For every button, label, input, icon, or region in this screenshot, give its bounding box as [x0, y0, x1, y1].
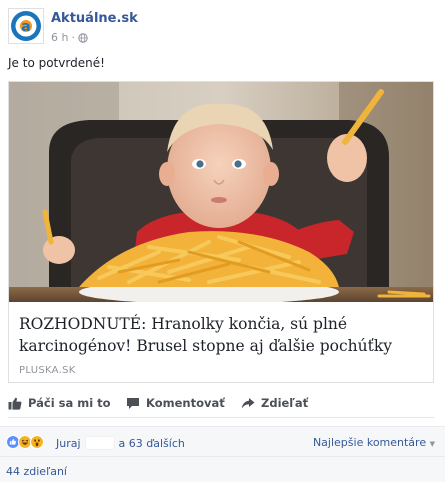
comment-button[interactable]: Komentovať — [126, 396, 225, 410]
separator-dot: · — [71, 31, 75, 44]
facebook-post: a Aktuálne.sk 6 h · Je to potvrdené! ROZ… — [0, 0, 445, 482]
post-actions: Páči sa mi to Komentovať Zdieľať — [8, 396, 434, 418]
thumbs-up-icon — [8, 397, 22, 410]
reaction-icons[interactable] — [6, 435, 44, 449]
page-avatar[interactable]: a — [8, 8, 44, 44]
reaction-name[interactable]: Juraj — [56, 437, 81, 450]
post-header: a Aktuálne.sk 6 h · — [8, 8, 428, 48]
share-arrow-icon — [241, 397, 255, 408]
link-preview-card[interactable]: ROZHODNUTÉ: Hranolky končia, sú plné kar… — [8, 81, 434, 383]
post-time[interactable]: 6 h — [51, 31, 68, 44]
link-title[interactable]: ROZHODNUTÉ: Hranolky končia, sú plné kar… — [19, 313, 423, 357]
comment-sort-label: Najlepšie komentáre — [312, 436, 427, 449]
reactions-bar: Juraj a 63 ďalších Najlepšie komentáre ▼ — [0, 426, 445, 456]
shares-count[interactable]: 44 zdieľaní — [6, 465, 67, 478]
globe-icon — [78, 32, 88, 43]
share-label: Zdieľať — [261, 396, 309, 410]
reaction-others[interactable]: a 63 ďalších — [119, 437, 185, 450]
share-button[interactable]: Zdieľať — [241, 396, 308, 410]
link-preview-image[interactable] — [9, 82, 433, 302]
like-button[interactable]: Páči sa mi to — [8, 396, 111, 410]
post-text: Je to potvrdené! — [8, 56, 105, 70]
child-with-fries-image — [9, 82, 433, 302]
comment-sort-dropdown[interactable]: Najlepšie komentáre ▼ — [313, 436, 435, 449]
aktualne-logo-icon: a — [11, 11, 41, 41]
svg-text:a: a — [21, 19, 30, 35]
wow-reaction-icon — [30, 435, 44, 449]
like-label: Páči sa mi to — [28, 396, 111, 410]
link-preview-body[interactable]: ROZHODNUTÉ: Hranolky končia, sú plné kar… — [9, 303, 433, 382]
shares-row: 44 zdieľaní — [0, 456, 445, 482]
reactions-summary[interactable]: Juraj a 63 ďalších — [56, 436, 185, 450]
redacted-name — [84, 436, 115, 450]
caret-down-icon: ▼ — [429, 440, 435, 448]
post-meta: 6 h · — [51, 31, 88, 44]
link-source: PLUSKA.SK — [19, 365, 76, 376]
page-name[interactable]: Aktuálne.sk — [51, 11, 138, 26]
comment-icon — [127, 397, 139, 409]
comment-label: Komentovať — [146, 396, 225, 410]
